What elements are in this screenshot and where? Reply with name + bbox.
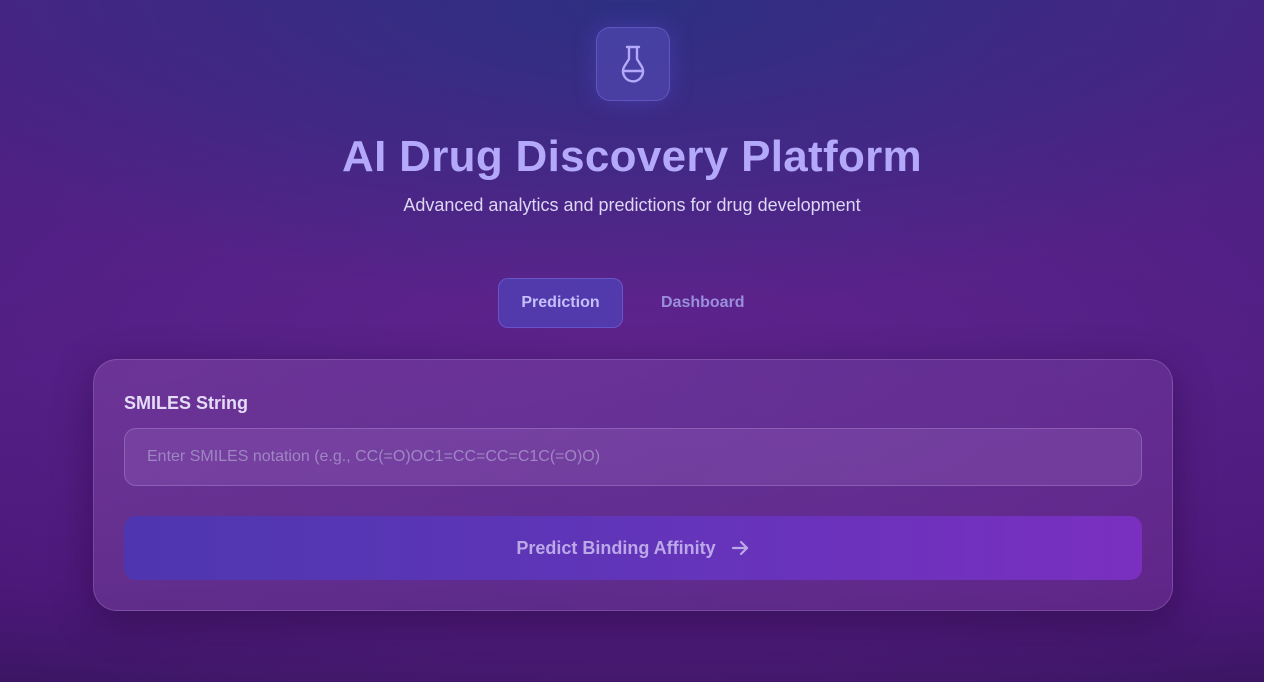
page: AI Drug Discovery Platform Advanced anal… — [0, 0, 1264, 682]
page-title: AI Drug Discovery Platform — [342, 132, 922, 181]
flask-icon — [619, 44, 647, 84]
logo-badge — [596, 27, 670, 101]
tab-bar: Prediction Dashboard — [498, 278, 767, 328]
smiles-input[interactable] — [124, 428, 1142, 486]
page-subtitle: Advanced analytics and predictions for d… — [403, 195, 861, 215]
tab-dashboard[interactable]: Dashboard — [639, 278, 767, 328]
prediction-card: SMILES String Predict Binding Affinity — [93, 359, 1173, 611]
predict-button-label: Predict Binding Affinity — [516, 537, 716, 558]
predict-binding-affinity-button[interactable]: Predict Binding Affinity — [124, 516, 1142, 580]
tab-prediction[interactable]: Prediction — [498, 278, 623, 328]
arrow-right-icon — [730, 538, 750, 558]
smiles-label: SMILES String — [124, 393, 249, 413]
